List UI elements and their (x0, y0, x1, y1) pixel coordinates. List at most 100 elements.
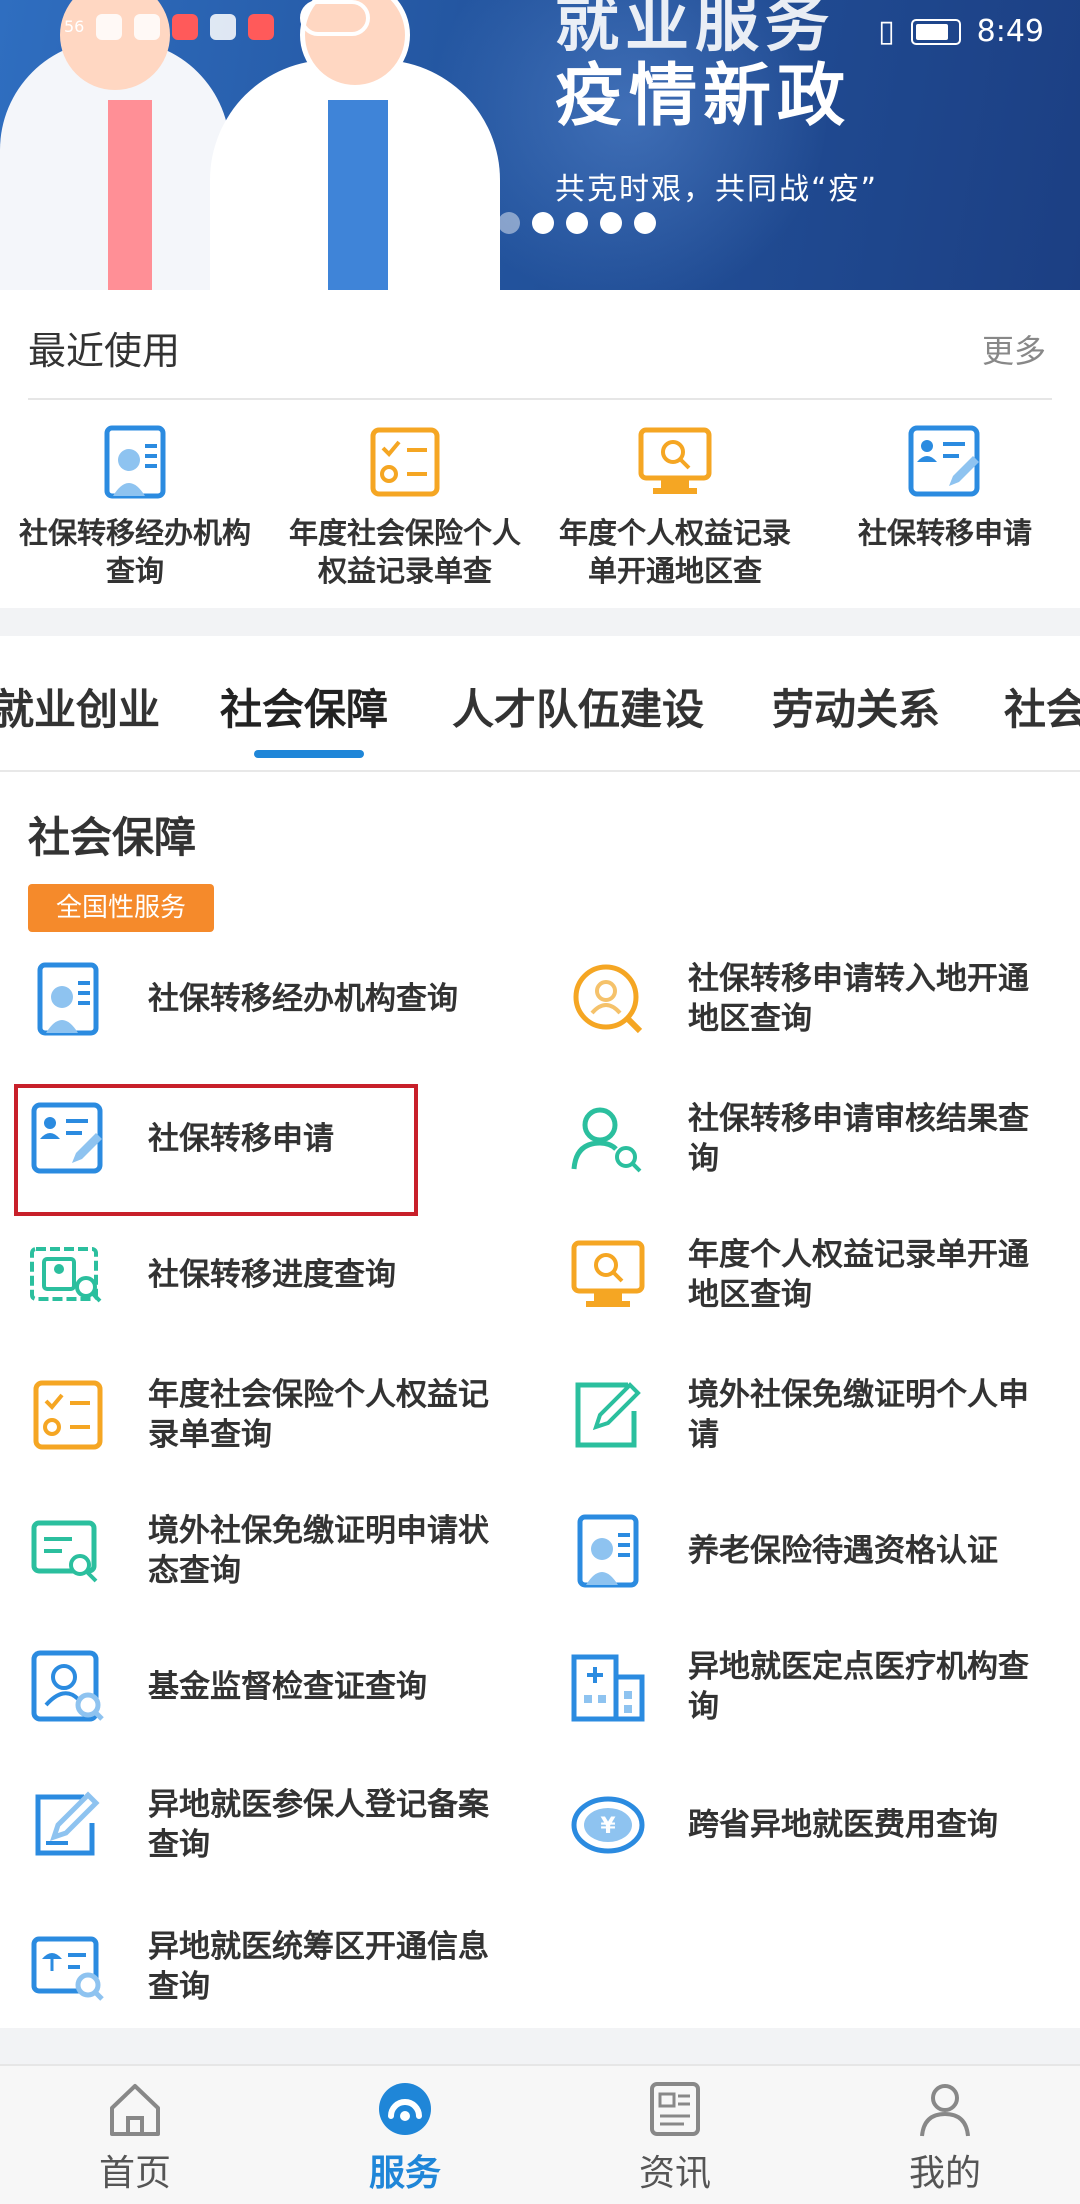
doc-search-icon (31, 1520, 98, 1583)
recent-item-label: 年度社会保险个人权益记录单查 (288, 516, 521, 588)
monitor-search-icon (571, 1240, 645, 1307)
umbrella-search-icon (31, 1936, 104, 2001)
carousel-dot[interactable] (430, 212, 452, 234)
service-item[interactable]: ¥ 跨省异地就医费用查询 (568, 1770, 1080, 1880)
service-item[interactable]: 年度个人权益记录单开通地区查询 (568, 1220, 1080, 1330)
service-item-label: 境外社保免缴证明申请状态查询 (148, 1513, 489, 1589)
recent-item-label: 年度个人权益记录单开通地区查 (558, 516, 791, 588)
tab-active-indicator (254, 750, 364, 758)
service-item-label: 社保转移经办机构查询 (148, 981, 458, 1017)
vibrate-icon: ▯ (878, 14, 895, 49)
service-item[interactable]: 异地就医统筹区开通信息查询 (28, 1912, 548, 2022)
progress-search-icon (30, 1247, 102, 1303)
recent-card: 最近使用 更多 社保转移经办机构查询 年度社会保险个人权益记录单查 年度个人权益… (0, 290, 1080, 608)
service-item-label: 境外社保免缴证明个人申请 (688, 1377, 1029, 1453)
recent-item[interactable]: 年度社会保险个人权益记录单查 (270, 412, 540, 590)
highlight-box (14, 1084, 418, 1216)
battery-icon (910, 18, 961, 45)
service-item[interactable]: 异地就医定点医疗机构查询 (568, 1632, 1080, 1742)
recent-item-label: 社保转移经办机构查询 (18, 516, 251, 588)
service-item-label: 年度社会保险个人权益记录单查询 (148, 1377, 489, 1453)
divider (28, 398, 1052, 400)
checklist-icon (370, 427, 440, 497)
pencil-doc-icon (575, 1382, 641, 1448)
service-item[interactable]: 基金监督检查证查询 (28, 1632, 548, 1742)
nav-home-label: 首页 (98, 2153, 171, 2194)
service-item-label: 跨省异地就医费用查询 (688, 1807, 998, 1843)
badge-search-icon (31, 1650, 104, 1722)
notification-icon (96, 14, 123, 40)
id-card-icon (577, 1514, 639, 1588)
section-title: 社会保障 (28, 813, 197, 862)
service-item[interactable]: 境外社保免缴证明个人申请 (568, 1360, 1080, 1470)
tab-social-security[interactable]: 社会保障 (220, 676, 388, 737)
more-link[interactable]: 更多 (982, 326, 1046, 372)
nav-mine[interactable]: 我的 (810, 2066, 1080, 2204)
news-icon (650, 2082, 700, 2136)
person-search-icon (573, 964, 643, 1034)
pencil-doc-icon (35, 1791, 100, 1856)
service-item-label: 异地就医统筹区开通信息查询 (148, 1929, 489, 2005)
carousel-dots (430, 212, 656, 234)
service-icon (379, 2083, 431, 2135)
notification-icon (248, 14, 275, 40)
tab-social-more[interactable]: 社会 (1004, 676, 1080, 737)
service-item[interactable]: 社保转移进度查询 (28, 1220, 548, 1330)
service-item[interactable]: 养老保险待遇资格认证 (568, 1496, 1080, 1606)
signal-strength: 56 (64, 17, 85, 36)
recent-title: 最近使用 (28, 329, 181, 373)
service-item-label: 基金监督检查证查询 (148, 1669, 427, 1705)
banner-figure-left (0, 0, 230, 290)
nav-home[interactable]: 首页 (0, 2066, 270, 2204)
clock: 8:49 (976, 14, 1044, 49)
service-item[interactable]: 社保转移申请审核结果查询 (568, 1084, 1080, 1194)
banner-subtitle: 共克时艰，共同战“疫” (555, 172, 879, 207)
edit-card-icon (908, 425, 980, 497)
yen-coin-icon: ¥ (571, 1796, 645, 1854)
id-card-icon (104, 425, 166, 499)
recent-item[interactable]: 年度个人权益记录单开通地区查 (540, 412, 810, 590)
service-item[interactable]: 境外社保免缴证明申请状态查询 (28, 1496, 548, 1606)
user-search-icon (571, 1107, 642, 1173)
recent-grid: 社保转移经办机构查询 年度社会保险个人权益记录单查 年度个人权益记录单开通地区查 (0, 412, 1080, 590)
carousel-dot[interactable] (600, 212, 622, 234)
tab-labor-relations[interactable]: 劳动关系 (772, 676, 940, 737)
chat-icon (210, 14, 237, 40)
nav-news[interactable]: 资讯 (540, 2066, 810, 2204)
hospital-icon (571, 1654, 645, 1722)
nav-mine-label: 我的 (908, 2153, 981, 2194)
service-item-label: 社保转移申请审核结果查询 (688, 1101, 1029, 1177)
service-item-label: 年度个人权益记录单开通地区查询 (688, 1237, 1029, 1313)
carousel-dot-active[interactable] (532, 212, 554, 234)
service-item[interactable]: 社保转移申请转入地开通地区查询 (568, 944, 1080, 1054)
service-item-label: 异地就医定点医疗机构查询 (688, 1649, 1029, 1725)
monitor-search-icon (638, 427, 712, 494)
service-item[interactable]: 年度社会保险个人权益记录单查询 (28, 1360, 548, 1470)
tab-talent[interactable]: 人才队伍建设 (452, 676, 704, 737)
service-item-label: 异地就医参保人登记备案查询 (148, 1787, 489, 1863)
service-item-label: 养老保险待遇资格认证 (688, 1533, 998, 1569)
service-item-label: 社保转移申请转入地开通地区查询 (688, 961, 1029, 1037)
id-card-icon (37, 962, 99, 1036)
notification-icon (172, 14, 199, 40)
carousel-dot[interactable] (464, 212, 486, 234)
home-icon (110, 2084, 160, 2136)
recent-item[interactable]: 社保转移申请 (810, 412, 1080, 590)
carousel-dot[interactable] (566, 212, 588, 234)
service-item[interactable]: 异地就医参保人登记备案查询 (28, 1770, 548, 1880)
recent-item[interactable]: 社保转移经办机构查询 (0, 412, 270, 590)
bottom-nav: 首页 服务 资讯 我的 (0, 2064, 1080, 2204)
category-tabs: 就业创业 社会保障 人才队伍建设 劳动关系 社会 (0, 636, 1080, 772)
checklist-icon (33, 1380, 103, 1450)
service-item-label: 社保转移进度查询 (148, 1257, 396, 1293)
svg-text:¥: ¥ (600, 1814, 616, 1839)
nationwide-service-tag: 全国性服务 (28, 884, 215, 932)
user-icon (920, 2084, 970, 2137)
nav-service[interactable]: 服务 (270, 2066, 540, 2204)
tab-employment[interactable]: 就业创业 (0, 676, 160, 737)
nav-service-label: 服务 (368, 2153, 441, 2194)
service-item[interactable]: 社保转移经办机构查询 (28, 944, 548, 1054)
banner-figure-right (210, 0, 500, 290)
carousel-dot[interactable] (498, 212, 520, 234)
carousel-dot[interactable] (634, 212, 656, 234)
